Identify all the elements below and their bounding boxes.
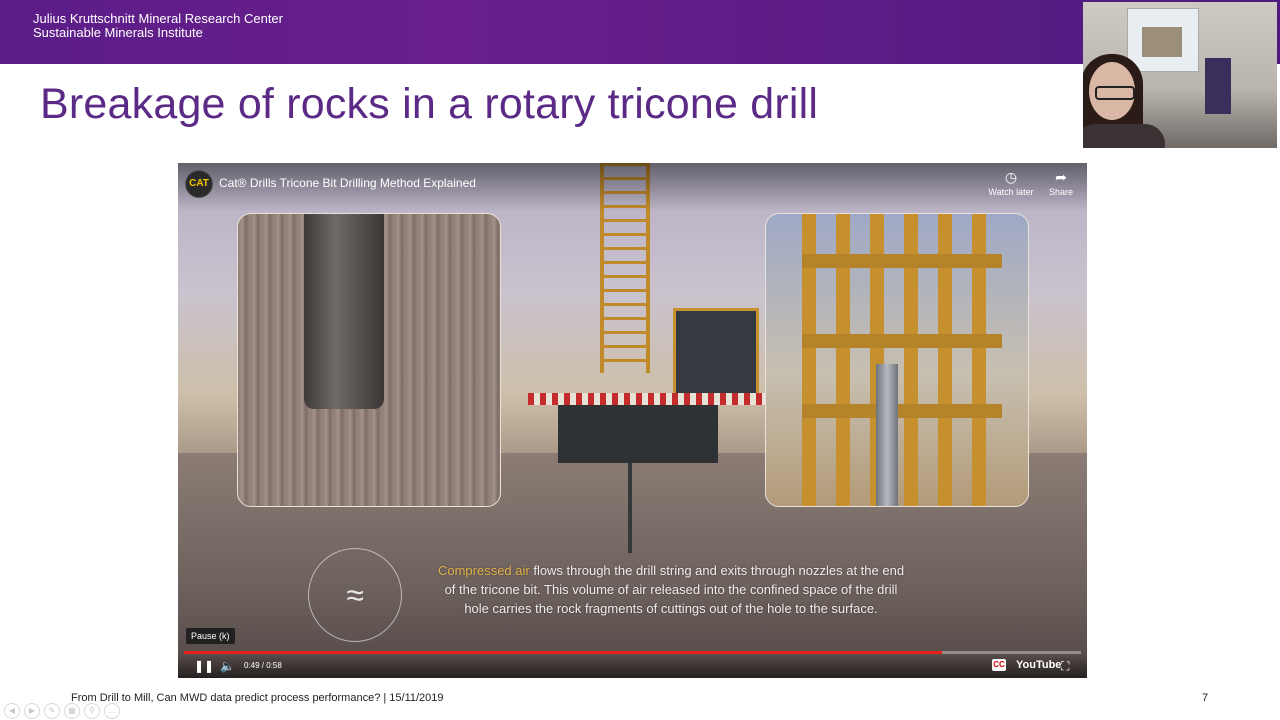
time-display: 0:49 / 0:58 <box>244 661 282 670</box>
video-player[interactable]: CAT Cat® Drills Tricone Bit Drilling Met… <box>178 163 1087 678</box>
volume-icon[interactable]: 🔈 <box>220 659 235 673</box>
air-swirl-icon: ≈ <box>308 548 402 642</box>
pen-icon[interactable]: ✎ <box>44 703 60 719</box>
caption-line-2: of the tricone bit. This volume of air r… <box>444 582 898 597</box>
video-title[interactable]: Cat® Drills Tricone Bit Drilling Method … <box>219 176 476 190</box>
drill-mast-closeup-panel <box>765 213 1029 507</box>
slideshow-nav: ◀ ▶ ✎ ▦ ⚲… <box>4 700 124 719</box>
page-number: 7 <box>1202 692 1209 704</box>
presenter <box>1083 54 1165 148</box>
fullscreen-icon[interactable]: ⛶ <box>1061 659 1069 674</box>
next-slide-icon[interactable]: ▶ <box>24 703 40 719</box>
share-arrow-icon: ➦ <box>1055 169 1067 185</box>
prev-slide-icon[interactable]: ◀ <box>4 703 20 719</box>
caption-highlight: Compressed air <box>437 563 530 578</box>
channel-logo[interactable]: CAT <box>185 170 213 198</box>
slide-title: Breakage of rocks in a rotary tricone dr… <box>40 80 819 128</box>
zoom-icon[interactable]: ⚲ <box>84 703 100 719</box>
caption-line-1: flows through the drill string and exits… <box>529 563 905 578</box>
slide-footer: From Drill to Mill, Can MWD data predict… <box>71 692 444 704</box>
org-line-2: Sustainable Minerals Institute <box>33 25 203 40</box>
watch-later-button[interactable]: ◷ Watch later <box>986 169 1036 197</box>
org-name: Julius Kruttschnitt Mineral Research Cen… <box>33 12 283 40</box>
video-caption: Compressed air flows through the drill s… <box>406 561 936 618</box>
more-icon[interactable]: … <box>104 703 120 719</box>
slides-icon[interactable]: ▦ <box>64 703 80 719</box>
pause-tooltip: Pause (k) <box>186 628 235 644</box>
watch-later-label: Watch later <box>988 187 1034 197</box>
pause-icon[interactable]: ❚❚ <box>194 659 214 673</box>
clock-icon: ◷ <box>1004 169 1018 185</box>
youtube-logo[interactable]: YouTube <box>1016 659 1061 671</box>
presenter-webcam <box>1083 2 1277 148</box>
cc-button[interactable]: CC <box>992 659 1006 671</box>
webcam-door <box>1205 58 1231 114</box>
caption-line-3: hole carries the rock fragments of cutti… <box>464 601 878 616</box>
drill-bit-closeup-panel <box>237 213 501 507</box>
share-button[interactable]: ➦ Share <box>1036 169 1086 197</box>
org-line-1: Julius Kruttschnitt Mineral Research Cen… <box>33 11 283 26</box>
player-controls: ❚❚ 🔈 0:49 / 0:58 CC YouTube ⛶ <box>178 654 1087 678</box>
share-label: Share <box>1048 187 1074 197</box>
